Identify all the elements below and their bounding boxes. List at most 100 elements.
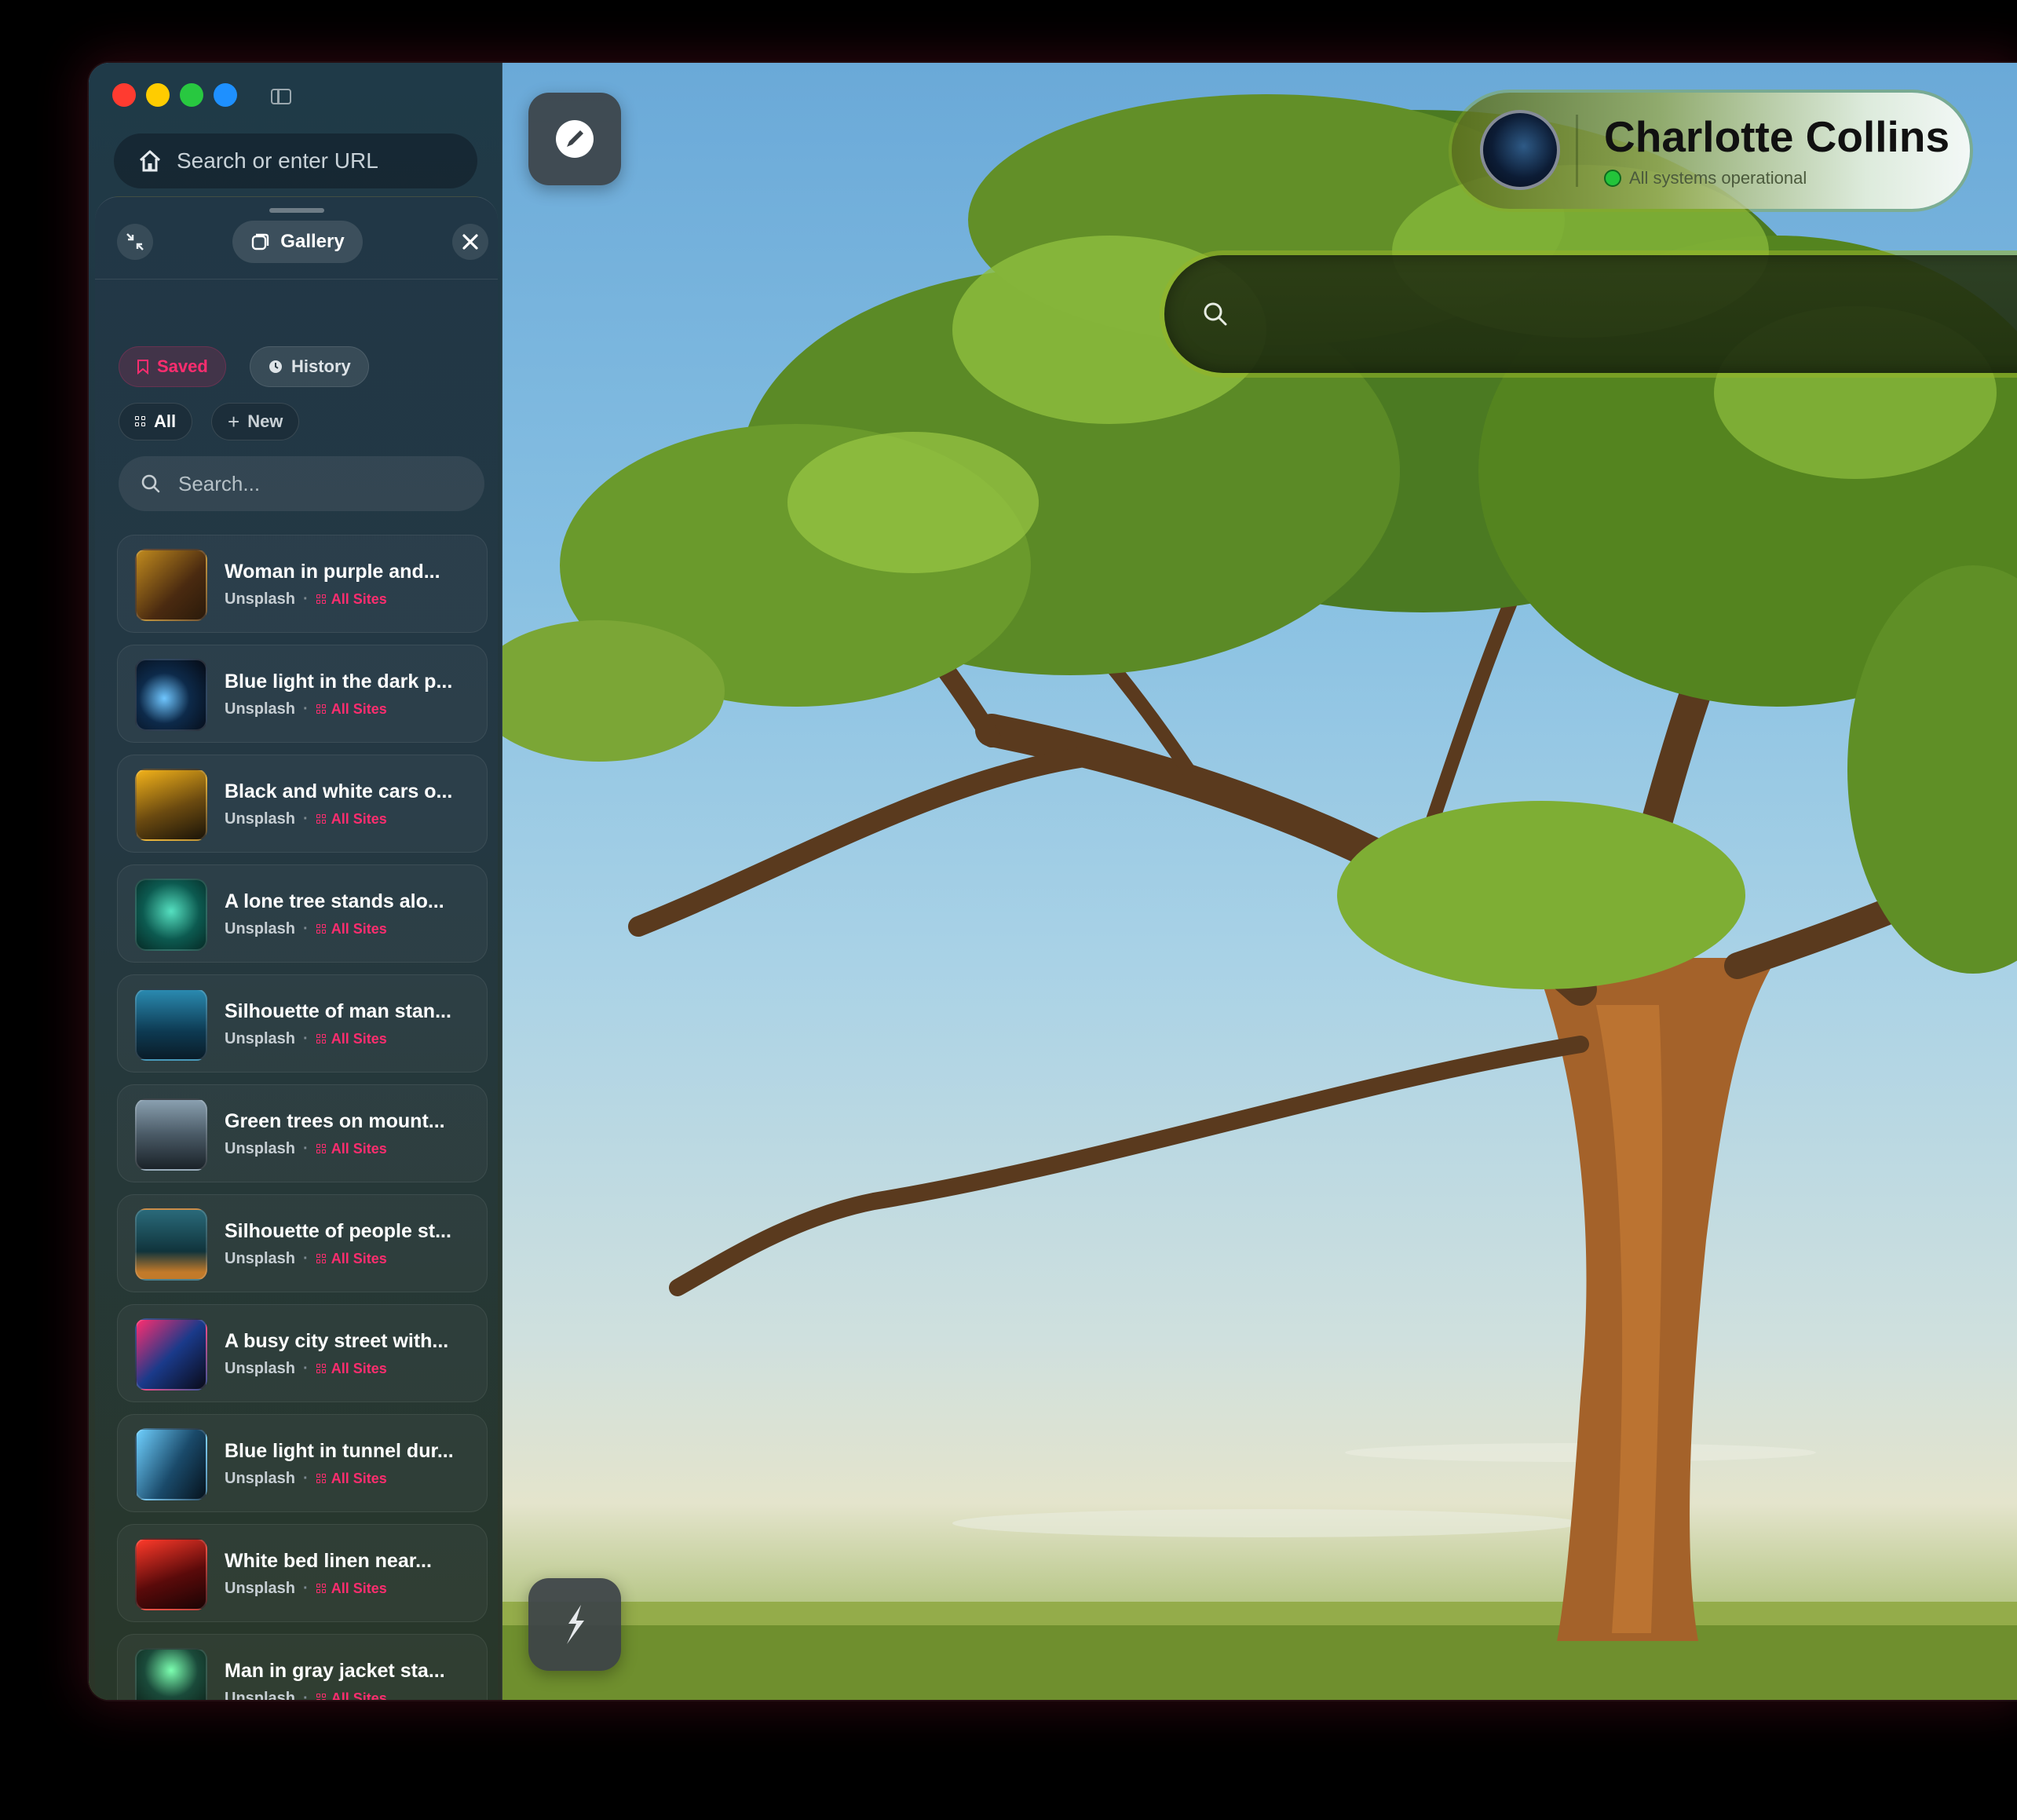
item-title: Blue light in the dark p... [225,671,453,693]
gallery-search-placeholder: Search... [178,471,261,495]
item-meta: Unsplash · All Sites [225,1690,387,1700]
grid-icon [316,1583,327,1595]
edit-button[interactable] [528,93,621,185]
item-tag[interactable]: All Sites [316,1141,387,1157]
list-item[interactable]: Blue light in tunnel dur... Unsplash · All … [117,1414,488,1512]
profile-name: Charlotte Collins [1604,112,1950,161]
item-tag-label: All Sites [331,1031,387,1047]
minimize-window-button[interactable] [146,83,170,107]
sidebar: Search or enter URL Gallery Saved Histor… [89,63,502,1700]
filter-new[interactable]: + New [211,403,300,440]
avatar[interactable] [1480,110,1560,190]
meta-separator: · [303,1470,309,1487]
item-title: Silhouette of man stan... [225,1000,451,1022]
panel-divider [95,279,498,280]
grid-icon [316,1253,327,1265]
browser-window: Search or enter URL Gallery Saved Histor… [89,63,2017,1700]
grid-icon [316,594,327,605]
list-item[interactable]: A lone tree stands alo... Unsplash · All Si… [117,864,488,963]
item-source: Unsplash [225,1580,296,1597]
quick-action-button[interactable] [528,1578,621,1671]
item-source: Unsplash [225,1030,296,1047]
thumbnail [135,1098,207,1171]
item-tag[interactable]: All Sites [316,1581,387,1597]
url-bar[interactable]: Search or enter URL [114,133,477,188]
gallery-search-input[interactable]: Search... [119,456,484,511]
search-icon [1204,302,1227,326]
list-item[interactable]: Black and white cars o... Unsplash · All Si… [117,755,488,853]
item-source: Unsplash [225,1690,296,1700]
main-search-bar[interactable] [1164,255,2017,373]
meta-separator: · [303,1140,309,1157]
list-item[interactable]: White bed linen near... Unsplash · All Site… [117,1524,488,1622]
url-placeholder: Search or enter URL [177,148,378,173]
list-item[interactable]: A busy city street with... Unsplash · All S… [117,1304,488,1402]
grid-icon [316,704,327,715]
list-item[interactable]: Green trees on mount... Unsplash · All Site… [117,1084,488,1182]
extra-window-button[interactable] [214,83,237,107]
thumbnail [135,549,207,621]
list-item[interactable]: Blue light in the dark p... Unsplash · All … [117,645,488,743]
item-meta: Unsplash · All Sites [225,1030,387,1048]
item-tag-label: All Sites [331,811,387,827]
item-tag[interactable]: All Sites [316,1690,387,1700]
item-tag[interactable]: All Sites [316,701,387,718]
item-source: Unsplash [225,810,296,828]
grid-icon [316,1473,327,1485]
close-panel-button[interactable] [452,224,488,260]
list-item[interactable]: Man in gray jacket sta... Unsplash · All Si… [117,1634,488,1700]
thumbnail [135,1538,207,1610]
item-tag[interactable]: All Sites [316,1031,387,1047]
list-item[interactable]: Silhouette of people st... Unsplash · All S… [117,1194,488,1292]
list-item[interactable]: Silhouette of man stan... Unsplash · All Si… [117,974,488,1073]
item-tag-label: All Sites [331,591,387,607]
item-tag[interactable]: All Sites [316,591,387,608]
meta-separator: · [303,1580,309,1597]
grid-icon [316,1143,327,1155]
thumbnail [135,879,207,951]
close-window-button[interactable] [112,83,136,107]
gallery-icon [252,233,269,250]
lightning-bolt-icon [567,1605,584,1644]
profile-card[interactable]: Charlotte Collins All systems operationa… [1452,93,1970,209]
thumbnail [135,1428,207,1500]
meta-separator: · [303,590,309,608]
gallery-title-button[interactable]: Gallery [232,221,363,263]
tab-history[interactable]: History [250,346,369,387]
collapse-arrows-icon [126,233,144,250]
grid-icon [316,1363,327,1375]
thumbnail [135,989,207,1061]
item-meta: Unsplash · All Sites [225,1140,387,1158]
tab-saved[interactable]: Saved [119,346,226,387]
item-tag[interactable]: All Sites [316,811,387,828]
item-tag-label: All Sites [331,701,387,717]
item-meta: Unsplash · All Sites [225,810,387,828]
item-title: A lone tree stands alo... [225,890,444,912]
meta-separator: · [303,1360,309,1377]
drag-handle[interactable] [269,208,324,213]
item-tag[interactable]: All Sites [316,1251,387,1267]
thumbnail [135,769,207,841]
zoom-window-button[interactable] [180,83,203,107]
sidebar-toggle-icon[interactable] [271,89,291,104]
tab-history-label: History [291,356,351,376]
item-source: Unsplash [225,1140,296,1157]
close-icon [462,234,478,250]
grid-icon [316,1033,327,1045]
item-title: Green trees on mount... [225,1110,445,1132]
item-title: Woman in purple and... [225,561,440,583]
meta-separator: · [303,1690,309,1700]
item-tag[interactable]: All Sites [316,1361,387,1377]
item-title: Silhouette of people st... [225,1220,451,1242]
profile-divider [1576,115,1578,187]
grid-icon [135,416,146,427]
item-title: A busy city street with... [225,1330,449,1352]
filter-all[interactable]: All [119,403,193,440]
list-item[interactable]: Woman in purple and... Unsplash · All Sites [117,535,488,633]
meta-separator: · [303,810,309,828]
collapse-button[interactable] [117,224,153,260]
item-tag[interactable]: All Sites [316,1471,387,1487]
item-tag[interactable]: All Sites [316,921,387,937]
plus-icon: + [228,409,240,433]
status-ok-icon [1604,170,1621,187]
